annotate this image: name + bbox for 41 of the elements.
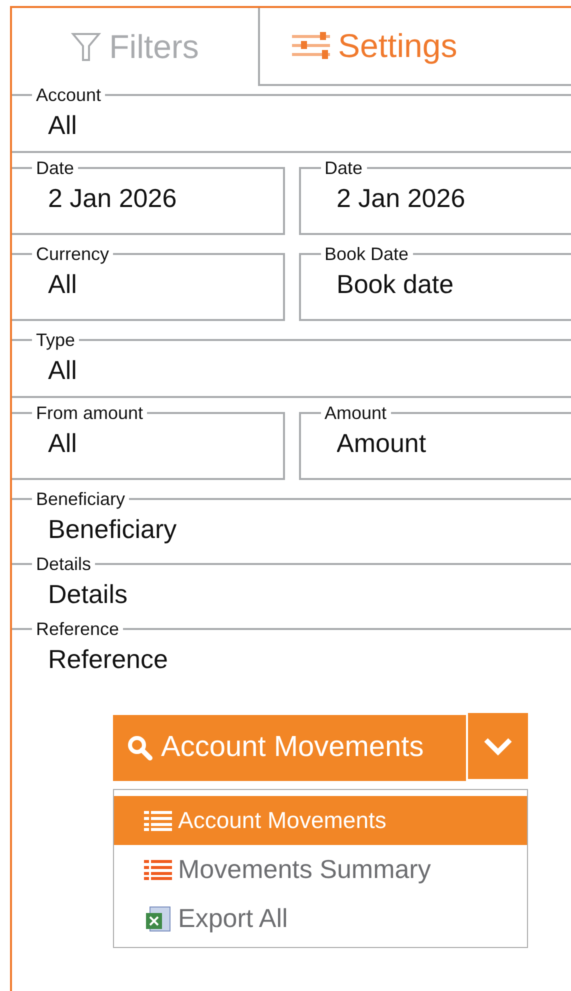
input-field[interactable]: Account All: [12, 86, 571, 153]
search-icon: [127, 735, 153, 761]
input-field[interactable]: Reference: [12, 638, 571, 679]
spreadsheet-icon: [144, 904, 172, 932]
list-icon: [144, 810, 172, 830]
input-field[interactable]: Beneficiary Beneficiary: [12, 490, 571, 555]
input-field[interactable]: Details Details: [12, 555, 571, 620]
input-field[interactable]: Beneficiary: [12, 508, 571, 549]
input-field[interactable]: All: [12, 422, 282, 463]
list-icon: [144, 860, 172, 880]
field-label: Book Date: [324, 245, 410, 263]
input-field[interactable]: From amount All: [12, 404, 284, 480]
funnel-icon: [71, 31, 102, 63]
input-field[interactable]: All: [12, 263, 282, 304]
input-field[interactable]: Amount Amount: [298, 404, 571, 480]
chevron-down-icon: [483, 736, 513, 756]
field-label: Currency: [35, 245, 110, 263]
field-label: From amount: [35, 404, 144, 422]
dropdown-toggle-button[interactable]: [468, 713, 528, 779]
input-field[interactable]: All: [12, 104, 571, 145]
input-field[interactable]: Book Date Book date: [298, 245, 571, 321]
input-field[interactable]: Book date: [300, 263, 571, 304]
field-label: Details: [35, 555, 92, 573]
field-label: Amount: [324, 404, 388, 422]
sliders-icon: [292, 31, 330, 61]
input-field[interactable]: Type All: [12, 331, 571, 398]
field-label: Beneficiary: [35, 490, 126, 508]
field-label: Type: [35, 331, 76, 349]
field-label: Reference: [35, 620, 120, 638]
input-field[interactable]: Date 2 Jan 2026: [12, 159, 284, 235]
input-field[interactable]: 2 Jan 2026: [300, 177, 571, 218]
input-field[interactable]: All: [12, 349, 571, 390]
input-field[interactable]: Amount: [300, 422, 571, 463]
field-label: Date: [35, 159, 76, 177]
input-field[interactable]: 2 Jan 2026: [12, 177, 282, 218]
input-field[interactable]: Currency All: [12, 245, 284, 321]
input-field[interactable]: Reference Reference: [12, 620, 571, 685]
input-field[interactable]: Date 2 Jan 2026: [298, 159, 571, 235]
input-field[interactable]: Details: [12, 573, 571, 614]
field-label: Account: [35, 86, 102, 104]
field-label: Date: [324, 159, 364, 177]
